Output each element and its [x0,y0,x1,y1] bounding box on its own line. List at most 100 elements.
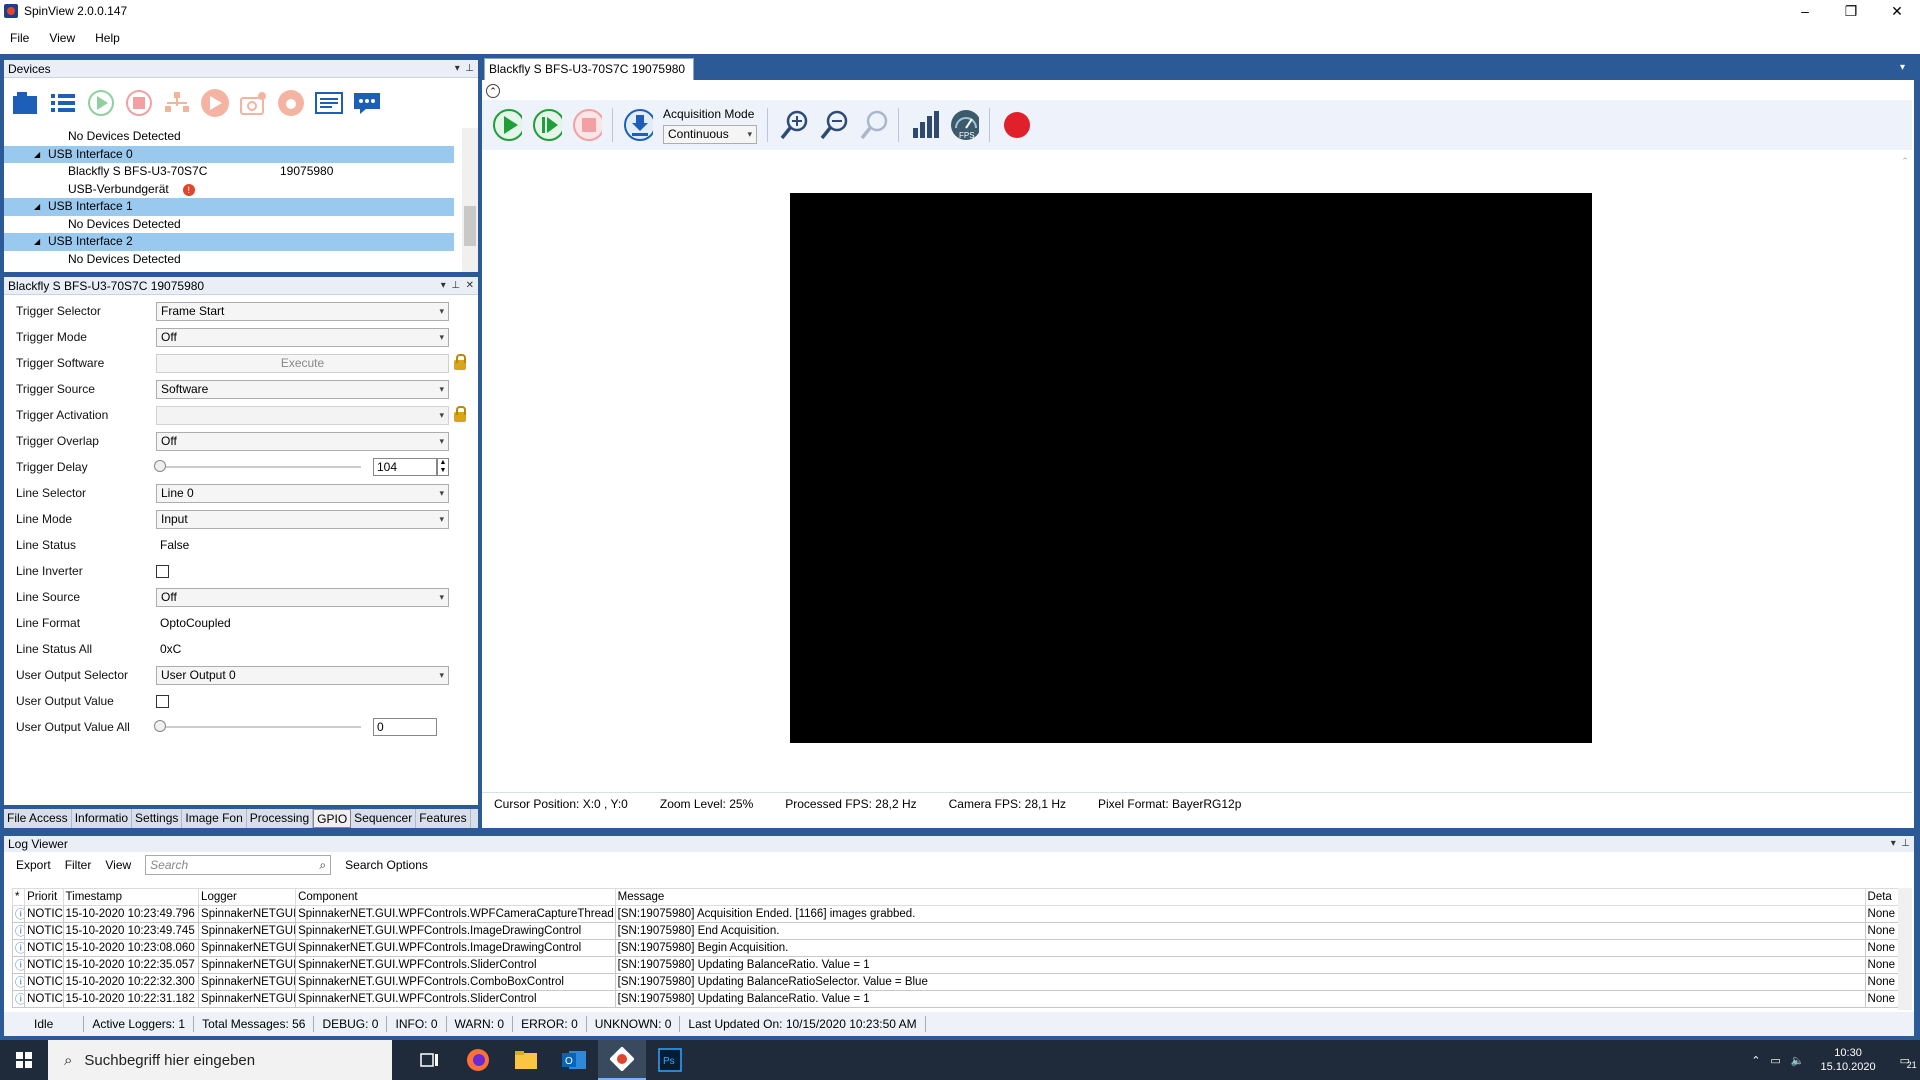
zoom-out-icon[interactable] [818,110,848,140]
tray-expand-icon[interactable]: ⌃ [1751,1054,1760,1067]
minimize-button[interactable]: – [1782,0,1828,22]
property-slider[interactable] [154,460,361,472]
record-icon[interactable] [1000,110,1030,140]
tree-interface-node[interactable]: ◢ USB Interface 2 [4,233,454,251]
property-select[interactable]: Off ▾ [156,587,449,607]
tree-interface-node[interactable]: ◢ USB Interface 0 [4,145,454,164]
photoshop-icon[interactable]: Ps [646,1040,694,1080]
panel-pin-icon[interactable]: ▾ ⊥ [455,60,474,78]
camera-document-tab[interactable]: Blackfly S BFS-U3-70S7C 19075980 ✕ [484,58,694,96]
tree-expander-icon[interactable]: ◢ [34,198,40,216]
execute-button[interactable]: Execute [156,353,449,373]
start-button-icon[interactable] [0,1040,48,1080]
collapse-toolbar-icon[interactable]: ⌃ [486,84,500,98]
fps-meter-icon[interactable]: FPS [949,110,979,140]
search-options-button[interactable]: Search Options [345,858,428,872]
play-icon[interactable] [86,88,116,118]
property-slider[interactable] [154,720,361,732]
stop-icon[interactable] [124,88,154,118]
slider-thumb[interactable] [154,460,166,472]
log-row[interactable]: ⓘNOTICE15-10-2020 10:23:49.796SpinnakerN… [11,905,1905,923]
tree-device-node[interactable]: Blackfly S BFS-U3-70S7C 19075980 [4,163,454,181]
network-icon[interactable]: ▭ [1770,1054,1780,1067]
log-row[interactable]: ⓘNOTICE15-10-2020 10:22:32.300SpinnakerN… [11,973,1905,991]
properties-icon[interactable] [314,88,344,118]
property-select[interactable]: Off ▾ [156,431,449,451]
snapshot-icon[interactable] [276,88,306,118]
log-scrollbar[interactable] [1898,888,1912,1010]
menu-help[interactable]: Help [85,31,130,45]
property-checkbox[interactable] [156,694,169,708]
log-column-header[interactable]: Priorit [24,888,64,906]
tree-device-node[interactable]: USB-Verbundgerät! [4,181,454,199]
log-export-menu[interactable]: Export [16,858,51,872]
tree-device-node[interactable]: No Devices Detected [4,216,454,234]
close-button[interactable]: ✕ [1874,0,1920,22]
zoom-in-icon[interactable] [778,110,808,140]
log-row[interactable]: ⓘNOTICE15-10-2020 10:23:49.745SpinnakerN… [11,922,1905,940]
volume-icon[interactable]: 🔈 [1791,1054,1805,1067]
tab-processing[interactable]: Processing [247,809,314,828]
log-pin-icon[interactable]: ▾ ⊥ [1891,836,1910,852]
property-select[interactable]: Line 0 ▾ [156,483,449,503]
topology-icon[interactable] [162,88,192,118]
log-column-header[interactable]: Timestamp [62,888,200,906]
log-column-header[interactable]: Message [614,888,1866,906]
tab-sequencer[interactable]: Sequencer [351,809,417,828]
property-number-input[interactable]: 0 [373,718,437,736]
clock[interactable]: 10:30 15.10.2020 [1821,1046,1876,1074]
log-row[interactable]: ⓘNOTICE15-10-2020 10:22:35.057SpinnakerN… [11,956,1905,974]
spinner-arrows-icon[interactable]: ▲ ▼ [437,458,449,476]
property-select[interactable]: Input ▾ [156,509,449,529]
property-select[interactable]: Off ▾ [156,327,449,347]
log-column-header[interactable]: Component [295,888,616,906]
property-select[interactable]: Software ▾ [156,379,449,399]
property-number-input[interactable]: 104 [373,458,437,476]
property-select[interactable]: Frame Start ▾ [156,301,449,321]
tab-gpio[interactable]: GPIO [313,809,352,828]
save-image-icon[interactable] [623,109,653,141]
log-column-header[interactable]: Logger [198,888,297,906]
stop-acquisition-icon[interactable] [572,109,602,141]
tree-device-node[interactable]: No Devices Detected [4,128,454,146]
property-checkbox[interactable] [156,564,169,578]
taskbar-search-box[interactable]: ⌕ Suchbegriff hier eingeben [48,1040,392,1080]
tree-device-node[interactable]: No Devices Detected [4,251,454,269]
tab-features[interactable]: Features [416,809,471,828]
single-frame-icon[interactable] [532,109,562,141]
dropdown-arrow-icon[interactable]: ▾ [1900,62,1905,73]
tree-expander-icon[interactable]: ◢ [34,146,40,164]
zoom-fit-icon[interactable] [858,110,888,140]
tree-interface-node[interactable]: ◢ USB Interface 1 [4,198,454,216]
tree-expander-icon[interactable]: ◢ [34,233,40,251]
tab-informatio[interactable]: Informatio [72,809,133,828]
log-view-menu[interactable]: View [105,858,131,872]
start-acquisition-icon[interactable] [492,109,522,141]
menu-view[interactable]: View [39,31,85,45]
forward-icon[interactable] [200,88,230,118]
property-select[interactable]: User Output 0 ▾ [156,665,449,685]
spinview-taskbar-icon[interactable] [598,1040,646,1080]
camera-image-canvas[interactable] [790,193,1592,743]
display-horizontal-scrollbar[interactable] [482,774,1896,788]
outlook-icon[interactable]: O [550,1040,598,1080]
panel-close-icon[interactable]: ▾ ⊥ ✕ [441,277,474,295]
task-view-icon[interactable] [406,1040,454,1080]
log-search-input[interactable]: Search ⌕ [145,855,332,875]
notification-icon[interactable]: ▭ 21 [1900,1054,1917,1070]
menu-file[interactable]: File [0,31,39,45]
histogram-icon[interactable] [909,110,939,140]
display-vertical-scrollbar[interactable]: ⌃ [1898,156,1912,772]
list-view-icon[interactable] [48,88,78,118]
restore-button[interactable]: ❐ [1828,0,1874,22]
device-tree-scrollbar[interactable] [462,128,478,272]
tab-file-access[interactable]: File Access [4,809,72,828]
tab-settings[interactable]: Settings [132,809,183,828]
log-filter-menu[interactable]: Filter [65,858,92,872]
log-row[interactable]: ⓘNOTICE15-10-2020 10:22:31.182SpinnakerN… [11,990,1905,1008]
firefox-icon[interactable] [454,1040,502,1080]
open-device-icon[interactable] [10,88,40,118]
log-column-header[interactable]: * [11,888,26,906]
log-message-icon[interactable] [352,88,382,118]
slider-thumb[interactable] [154,720,166,732]
